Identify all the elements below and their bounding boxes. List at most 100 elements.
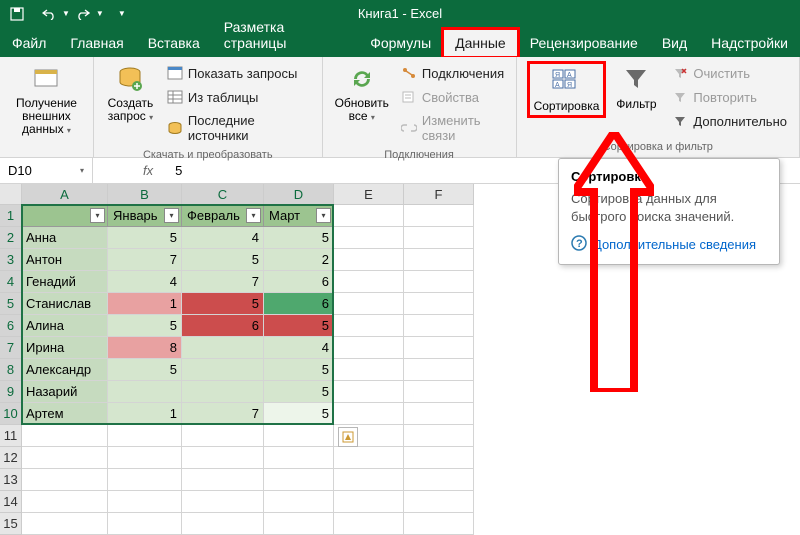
cell[interactable]: [404, 271, 474, 293]
row-header-6[interactable]: 6: [0, 315, 22, 337]
cell[interactable]: [108, 381, 182, 403]
cell[interactable]: [404, 491, 474, 513]
cell[interactable]: [108, 491, 182, 513]
cell[interactable]: [334, 249, 404, 271]
cell[interactable]: [334, 403, 404, 425]
refresh-all-button[interactable]: Обновитьвсе ▾: [329, 61, 395, 125]
save-icon[interactable]: [8, 5, 26, 23]
cell[interactable]: [334, 447, 404, 469]
cell[interactable]: [264, 491, 334, 513]
cell[interactable]: 2: [264, 249, 334, 271]
col-header-E[interactable]: E: [334, 184, 404, 205]
cell[interactable]: 5: [264, 403, 334, 425]
redo-icon[interactable]: [74, 5, 92, 23]
row-header-9[interactable]: 9: [0, 381, 22, 403]
menu-formulas[interactable]: Формулы: [358, 29, 443, 57]
cell[interactable]: Анна: [22, 227, 108, 249]
connections-button[interactable]: Подключения: [397, 63, 508, 83]
col-header-B[interactable]: B: [108, 184, 182, 205]
cell[interactable]: [264, 469, 334, 491]
cell[interactable]: [334, 381, 404, 403]
row-header-4[interactable]: 4: [0, 271, 22, 293]
redo-dropdown-icon[interactable]: ▼: [96, 9, 104, 18]
cell[interactable]: [182, 513, 264, 535]
filter-dropdown-icon[interactable]: ▾: [246, 208, 261, 223]
cell[interactable]: [182, 381, 264, 403]
cell[interactable]: 5: [108, 227, 182, 249]
cell[interactable]: 7: [182, 403, 264, 425]
cell[interactable]: Назарий: [22, 381, 108, 403]
show-queries-button[interactable]: Показать запросы: [163, 63, 314, 83]
cell[interactable]: 6: [264, 271, 334, 293]
filter-dropdown-icon[interactable]: ▾: [90, 208, 105, 223]
cell[interactable]: [264, 513, 334, 535]
table-header[interactable]: Январь▾: [108, 205, 182, 227]
cell[interactable]: [404, 205, 474, 227]
cell[interactable]: [108, 513, 182, 535]
cell[interactable]: [334, 491, 404, 513]
cell[interactable]: [404, 293, 474, 315]
smart-tag-icon[interactable]: [338, 427, 358, 447]
col-header-A[interactable]: A: [22, 184, 108, 205]
cell[interactable]: [404, 469, 474, 491]
cell[interactable]: Александр: [22, 359, 108, 381]
table-header[interactable]: Февраль▾: [182, 205, 264, 227]
row-header-10[interactable]: 10: [0, 403, 22, 425]
cell[interactable]: 6: [264, 293, 334, 315]
cell[interactable]: [404, 447, 474, 469]
cell[interactable]: [182, 469, 264, 491]
table-header[interactable]: Март▾: [264, 205, 334, 227]
undo-dropdown-icon[interactable]: ▼: [62, 9, 70, 18]
cell[interactable]: [108, 469, 182, 491]
cell[interactable]: [264, 425, 334, 447]
tooltip-more-link[interactable]: ? Дополнительные сведения: [571, 235, 767, 254]
qat-customize-icon[interactable]: ▼: [118, 9, 126, 18]
cell[interactable]: [404, 513, 474, 535]
menu-addins[interactable]: Надстройки: [699, 29, 800, 57]
row-header-14[interactable]: 14: [0, 491, 22, 513]
cell[interactable]: 4: [264, 337, 334, 359]
cell[interactable]: [334, 469, 404, 491]
from-table-button[interactable]: Из таблицы: [163, 87, 314, 107]
cell[interactable]: [182, 425, 264, 447]
cell[interactable]: 7: [108, 249, 182, 271]
cell[interactable]: [334, 205, 404, 227]
filter-button[interactable]: Фильтр: [610, 61, 662, 113]
col-header-C[interactable]: C: [182, 184, 264, 205]
cell[interactable]: Ирина: [22, 337, 108, 359]
cell[interactable]: 5: [264, 227, 334, 249]
menu-view[interactable]: Вид: [650, 29, 699, 57]
cell[interactable]: Алина: [22, 315, 108, 337]
cell[interactable]: 6: [182, 315, 264, 337]
fx-icon[interactable]: fx: [143, 163, 153, 178]
col-header-D[interactable]: D: [264, 184, 334, 205]
select-all-corner[interactable]: [0, 184, 22, 205]
name-box[interactable]: D10▾: [0, 158, 93, 183]
cell[interactable]: 5: [264, 315, 334, 337]
cell[interactable]: [22, 513, 108, 535]
cell[interactable]: [108, 425, 182, 447]
cell[interactable]: 7: [182, 271, 264, 293]
get-external-data-button[interactable]: Получениевнешних данных ▾: [6, 61, 87, 139]
cell[interactable]: [404, 403, 474, 425]
cell[interactable]: [404, 315, 474, 337]
row-header-13[interactable]: 13: [0, 469, 22, 491]
new-query-button[interactable]: Создатьзапрос ▾: [100, 61, 161, 125]
menu-review[interactable]: Рецензирование: [518, 29, 650, 57]
row-header-11[interactable]: 11: [0, 425, 22, 447]
cell[interactable]: [404, 249, 474, 271]
row-header-15[interactable]: 15: [0, 513, 22, 535]
cell[interactable]: [22, 469, 108, 491]
cell[interactable]: Антон: [22, 249, 108, 271]
cell[interactable]: 4: [182, 227, 264, 249]
cell[interactable]: [334, 337, 404, 359]
menu-page-layout[interactable]: Разметка страницы: [212, 13, 358, 57]
table-header[interactable]: ▾: [22, 205, 108, 227]
cell[interactable]: [404, 381, 474, 403]
filter-dropdown-icon[interactable]: ▾: [316, 208, 331, 223]
cell[interactable]: [22, 491, 108, 513]
cell[interactable]: 5: [264, 359, 334, 381]
menu-home[interactable]: Главная: [58, 29, 135, 57]
cell[interactable]: 1: [108, 293, 182, 315]
recent-sources-button[interactable]: Последние источники: [163, 111, 314, 145]
